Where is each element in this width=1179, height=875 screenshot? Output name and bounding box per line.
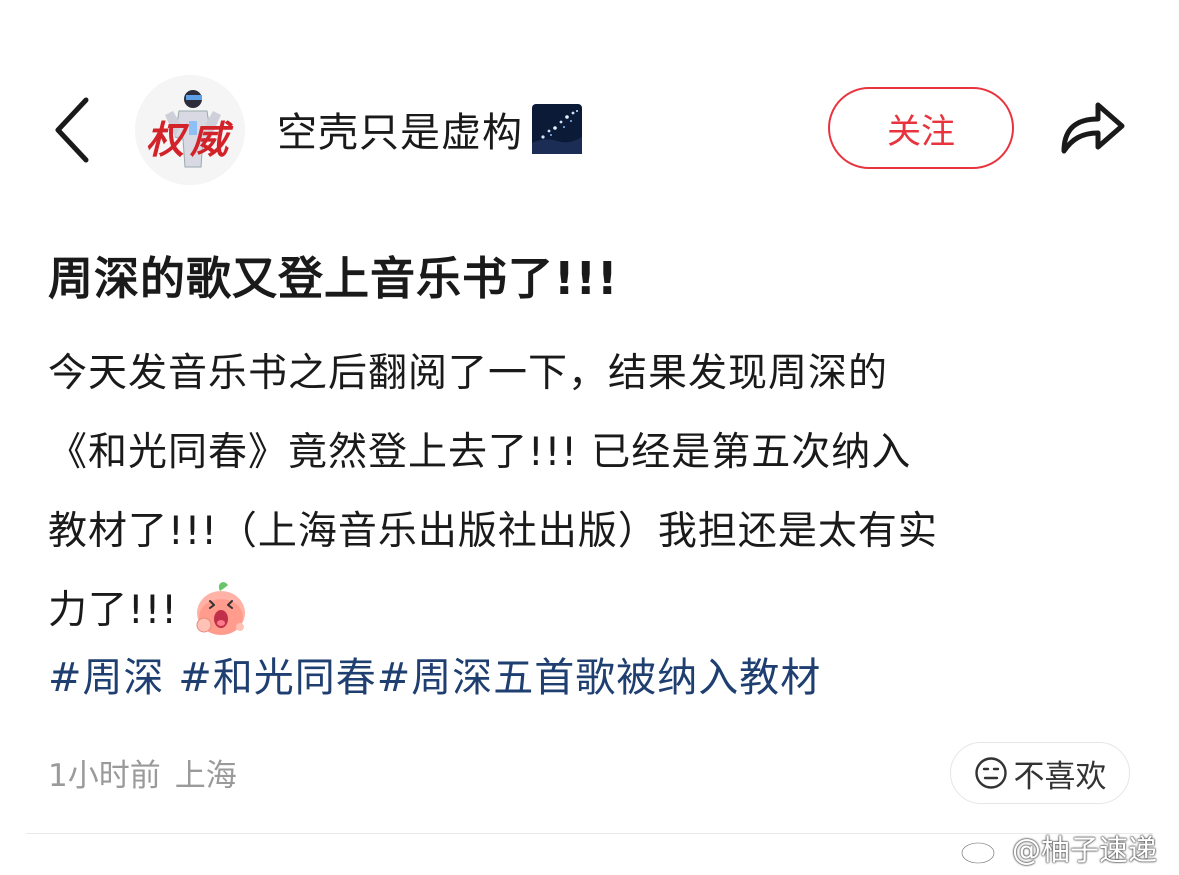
post-detail-page: 权威 空壳只是虚构 关注 周深的歌又登上音乐书了!!! 今天发音乐书之后翻阅了一… [0,0,1179,875]
post-body-last-line: 力了!!! [48,571,1138,650]
user-info[interactable]: 空壳只是虚构 [277,98,583,160]
post-body-line: 今天发音乐书之后翻阅了一下，结果发现周深的 [48,351,889,396]
hashtag-link[interactable]: #和光同春#周深五首歌被纳入教材 [178,655,821,701]
post-meta: 1小时前 上海 [48,750,237,795]
post-title: 周深的歌又登上音乐书了!!! [48,252,619,305]
starry-sky-badge-icon [532,104,582,154]
watermark-text: @柚子速递 [1012,833,1158,867]
post-time: 1小时前 [48,758,161,794]
chevron-left-icon[interactable] [48,94,96,166]
avatar-image: 权威 [135,75,245,185]
follow-button[interactable]: 关注 [828,87,1014,169]
post-location: 上海 [174,758,237,794]
hashtag-link[interactable]: #周深 [48,655,165,701]
avatar-calligraphy: 权威 [146,117,234,162]
username[interactable]: 空壳只是虚构 [277,100,523,158]
post-body-line: 教材了!!!（上海音乐出版社出版）我担还是太有实 [48,509,938,554]
dislike-button[interactable]: 不喜欢 [950,742,1130,804]
post-body-line: 《和光同春》竟然登上去了!!! 已经是第五次纳入 [48,430,912,475]
share-arrow-icon[interactable] [1058,95,1128,157]
hashtag-row: #周深 #和光同春#周深五首歌被纳入教材 [48,645,821,703]
frown-face-icon [974,757,1007,789]
dislike-label: 不喜欢 [1013,758,1107,795]
post-body: 今天发音乐书之后翻阅了一下，结果发现周深的 《和光同春》竟然登上去了!!! 已经… [48,334,1138,650]
peach-exclaim-emoji-icon [196,581,245,635]
avatar[interactable]: 权威 [135,75,245,185]
weibo-logo-icon [960,835,1006,865]
watermark: @柚子速递 [960,826,1157,870]
post-body-line: 力了!!! [48,588,178,633]
